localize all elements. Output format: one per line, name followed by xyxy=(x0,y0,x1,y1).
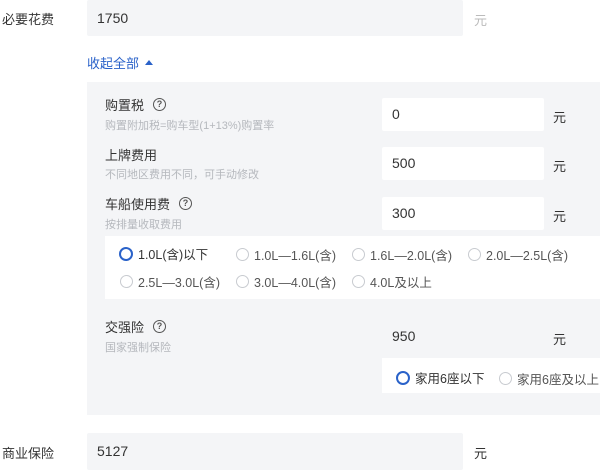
radio-checked-icon xyxy=(119,246,133,261)
radio-label: 家用6座及以上 xyxy=(517,373,599,387)
help-icon[interactable]: ? xyxy=(179,197,193,210)
radio-unchecked-icon xyxy=(499,372,512,385)
radio-unchecked-icon xyxy=(352,275,365,288)
vehicle-tax-subtext: 按排量收取费用 xyxy=(105,219,182,231)
necessary-cost-value: 1750 xyxy=(97,10,129,26)
commercial-insurance-label: 商业保险 xyxy=(2,446,55,461)
radio-displacement-5[interactable]: 2.5L—3.0L(含) xyxy=(120,272,220,291)
seat-radio-group: 家用6座以下 家用6座及以上 xyxy=(382,358,600,393)
license-fee-value: 500 xyxy=(392,155,416,171)
license-fee-input[interactable]: 500 xyxy=(382,147,544,180)
radio-displacement-6[interactable]: 3.0L—4.0L(含) xyxy=(236,272,336,291)
radio-label: 1.6L—2.0L(含) xyxy=(370,249,452,263)
license-fee-title: 上牌费用 xyxy=(105,148,158,163)
radio-displacement-3[interactable]: 1.6L—2.0L(含) xyxy=(352,245,452,264)
vehicle-tax-input[interactable]: 300 xyxy=(382,197,544,230)
vehicle-tax-title: 车船使用费 ? xyxy=(105,194,193,213)
radio-label: 4.0L及以上 xyxy=(370,276,432,290)
radio-label: 2.0L—2.5L(含) xyxy=(486,249,568,263)
necessary-cost-label: 必要花费 xyxy=(2,12,55,27)
purchase-tax-value: 0 xyxy=(392,106,400,122)
radio-checked-icon xyxy=(396,370,410,385)
collapse-all-label: 收起全部 xyxy=(87,56,140,71)
radio-label: 3.0L—4.0L(含) xyxy=(254,276,336,290)
commercial-insurance-value: 5127 xyxy=(97,443,129,459)
purchase-tax-title: 购置税 ? xyxy=(105,95,167,114)
purchase-tax-subtext: 购置附加税=购车型(1+13%)购置率 xyxy=(105,120,275,132)
purchase-tax-input[interactable]: 0 xyxy=(382,98,544,131)
radio-seat-6-plus[interactable]: 家用6座及以上 xyxy=(499,369,599,388)
help-icon[interactable]: ? xyxy=(153,98,167,111)
radio-label: 1.0L(含)以下 xyxy=(138,248,209,262)
radio-unchecked-icon xyxy=(120,275,133,288)
compulsory-insurance-input[interactable]: 950 xyxy=(382,320,544,353)
vehicle-tax-value: 300 xyxy=(392,205,416,221)
radio-displacement-4[interactable]: 2.0L—2.5L(含) xyxy=(468,245,568,264)
purchase-tax-unit: 元 xyxy=(553,110,567,125)
triangle-up-icon xyxy=(145,60,154,65)
necessary-cost-unit: 元 xyxy=(474,13,488,28)
radio-label: 1.0L—1.6L(含) xyxy=(254,249,336,263)
compulsory-insurance-value: 950 xyxy=(392,328,416,344)
radio-label: 2.5L—3.0L(含) xyxy=(138,276,220,290)
license-fee-subtext: 不同地区费用不同，可手动修改 xyxy=(105,169,259,181)
radio-seat-under-6[interactable]: 家用6座以下 xyxy=(396,368,484,387)
compulsory-insurance-label: 交强险 xyxy=(105,320,145,335)
compulsory-insurance-unit: 元 xyxy=(553,332,567,347)
radio-displacement-2[interactable]: 1.0L—1.6L(含) xyxy=(236,245,336,264)
displacement-radio-group: 1.0L(含)以下 1.0L—1.6L(含) 1.6L—2.0L(含) 2.0L… xyxy=(105,236,600,299)
radio-unchecked-icon xyxy=(236,275,249,288)
radio-label: 家用6座以下 xyxy=(415,372,485,386)
vehicle-tax-label: 车船使用费 xyxy=(105,197,171,212)
radio-unchecked-icon xyxy=(468,248,481,261)
commercial-insurance-input[interactable]: 5127 xyxy=(87,433,463,470)
help-icon[interactable]: ? xyxy=(153,320,167,333)
commercial-insurance-unit: 元 xyxy=(474,446,488,461)
radio-unchecked-icon xyxy=(236,248,249,261)
necessary-cost-input[interactable]: 1750 xyxy=(87,0,463,36)
radio-unchecked-icon xyxy=(352,248,365,261)
radio-displacement-7[interactable]: 4.0L及以上 xyxy=(352,272,432,291)
purchase-tax-label: 购置税 xyxy=(105,98,145,113)
compulsory-insurance-subtext: 国家强制保险 xyxy=(105,342,171,354)
collapse-all-link[interactable]: 收起全部 xyxy=(87,53,154,72)
compulsory-insurance-title: 交强险 ? xyxy=(105,317,167,336)
radio-displacement-1[interactable]: 1.0L(含)以下 xyxy=(119,244,208,263)
license-fee-unit: 元 xyxy=(553,159,567,174)
vehicle-tax-unit: 元 xyxy=(553,209,567,224)
